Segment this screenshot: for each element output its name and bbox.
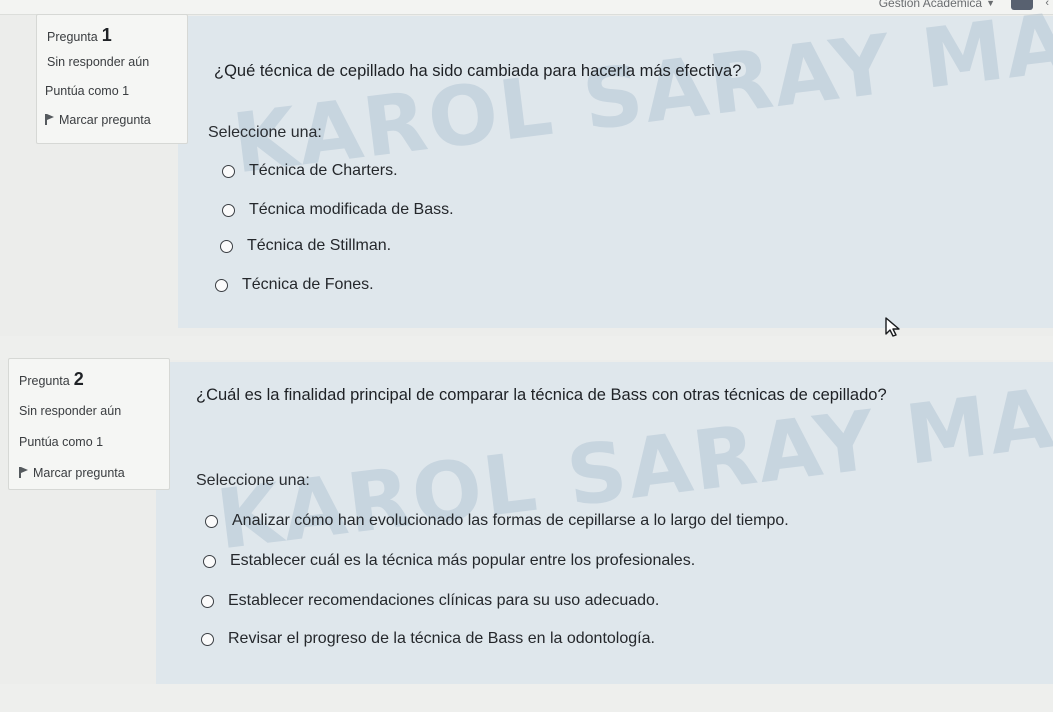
flag-question-label: Marcar pregunta — [33, 466, 125, 480]
avatar[interactable] — [1011, 0, 1033, 10]
radio-button[interactable] — [201, 632, 214, 646]
chevron-down-icon: ▼ — [986, 0, 995, 8]
question-number: 2 — [73, 369, 84, 389]
radio-button[interactable] — [201, 594, 214, 608]
option-label: Técnica de Stillman. — [247, 237, 392, 254]
option-label: Revisar el progreso de la técnica de Bas… — [228, 630, 655, 647]
question-2-option-3[interactable]: Establecer recomendaciones clínicas para… — [201, 592, 659, 610]
question-1-prompt: Seleccione una: — [208, 124, 322, 141]
radio-button[interactable] — [205, 514, 218, 528]
question-status: Sin responder aún — [19, 404, 122, 418]
question-2-label-row: Pregunta 2 — [19, 369, 84, 390]
radio-button[interactable] — [215, 278, 228, 292]
option-label: Técnica modificada de Bass. — [249, 201, 454, 218]
user-menu[interactable]: Gestión Académica ▼ — [879, 0, 995, 10]
page-footer-space — [0, 684, 1053, 712]
flag-question-link[interactable]: Marcar pregunta — [19, 466, 125, 480]
question-2-option-4[interactable]: Revisar el progreso de la técnica de Bas… — [201, 630, 655, 648]
chevron-left-icon: ‹ — [1045, 0, 1049, 9]
question-1-option-2[interactable]: Técnica modificada de Bass. — [222, 201, 454, 219]
option-label: Analizar cómo han evolucionado las forma… — [232, 512, 789, 529]
question-score: Puntúa como 1 — [19, 435, 104, 449]
question-1-option-4[interactable]: Técnica de Fones. — [215, 276, 374, 294]
question-2-option-2[interactable]: Establecer cuál es la técnica más popula… — [203, 552, 695, 570]
top-bar: Gestión Académica ▼ ‹ — [0, 0, 1053, 15]
user-menu-label: Gestión Académica — [878, 0, 983, 10]
option-label: Técnica de Charters. — [249, 162, 398, 179]
option-label: Establecer recomendaciones clínicas para… — [228, 592, 660, 609]
question-status: Sin responder aún — [47, 55, 150, 69]
flag-question-label: Marcar pregunta — [59, 113, 151, 127]
question-1-info: Pregunta 1 Sin responder aún Puntúa como … — [36, 14, 188, 144]
radio-button[interactable] — [203, 554, 216, 568]
question-number: 1 — [101, 25, 112, 45]
radio-button[interactable] — [222, 164, 235, 178]
option-label: Técnica de Fones. — [242, 276, 374, 293]
question-1-option-3[interactable]: Técnica de Stillman. — [220, 237, 391, 255]
option-label: Establecer cuál es la técnica más popula… — [230, 552, 696, 569]
question-2-text: ¿Cuál es la finalidad principal de compa… — [196, 386, 887, 404]
flag-icon — [45, 114, 54, 125]
radio-button[interactable] — [220, 239, 233, 253]
question-label: Pregunta — [47, 30, 98, 44]
question-label: Pregunta — [19, 374, 70, 388]
question-separator — [0, 336, 1053, 360]
question-1-label-row: Pregunta 1 — [47, 25, 112, 46]
question-2-info: Pregunta 2 Sin responder aún Puntúa como … — [8, 358, 170, 490]
question-2-prompt: Seleccione una: — [196, 472, 310, 489]
question-score: Puntúa como 1 — [45, 84, 130, 98]
radio-button[interactable] — [222, 203, 235, 217]
question-1-option-1[interactable]: Técnica de Charters. — [222, 162, 398, 180]
question-2-option-1[interactable]: Analizar cómo han evolucionado las forma… — [205, 512, 789, 530]
flag-icon — [19, 467, 28, 478]
flag-question-link[interactable]: Marcar pregunta — [45, 113, 151, 127]
question-1-text: ¿Qué técnica de cepillado ha sido cambia… — [214, 62, 742, 80]
